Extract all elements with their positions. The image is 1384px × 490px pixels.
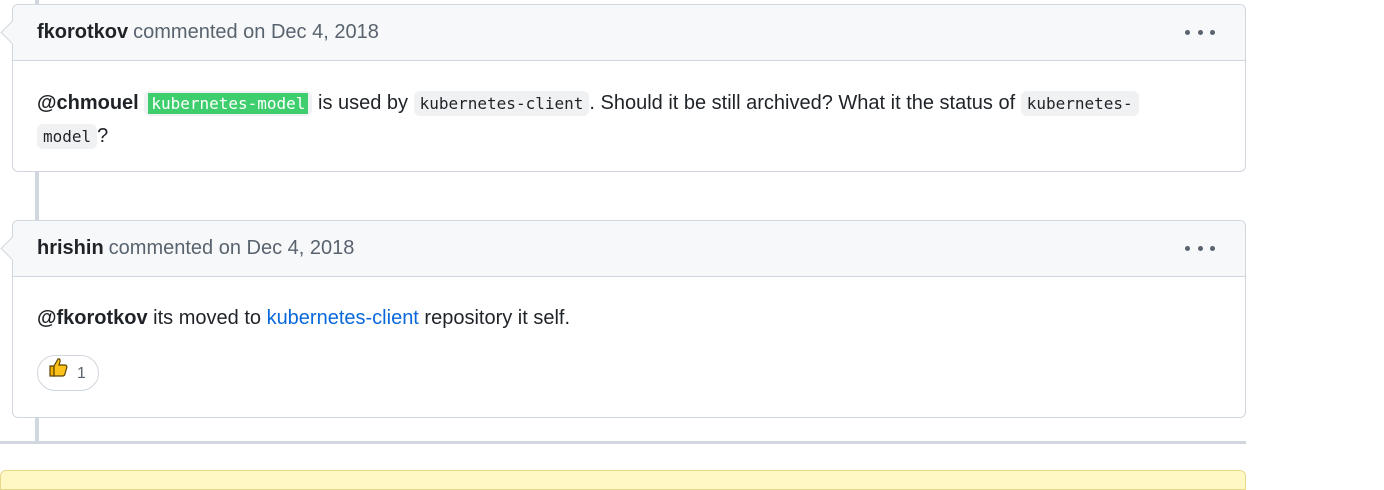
more-options-icon[interactable] <box>1185 22 1215 42</box>
thumbs-up-icon <box>47 356 69 390</box>
reaction-count: 1 <box>77 364 86 382</box>
inline-code: kubernetes-client <box>413 91 590 116</box>
comment-header: fkorotkov commented on Dec 4, 2018 <box>13 5 1245 61</box>
inline-code: kubernetes- <box>1020 91 1139 116</box>
repository-link[interactable]: kubernetes-client <box>267 307 419 329</box>
comment: fkorotkov commented on Dec 4, 2018 @chmo… <box>12 4 1246 172</box>
timeline-line <box>35 172 39 220</box>
comment-author[interactable]: fkorotkov <box>37 21 128 44</box>
body-text: its moved to <box>147 307 267 329</box>
highlighted-text: kubernetes-model <box>148 93 309 114</box>
body-text: is used by <box>312 92 414 114</box>
body-text: repository it self. <box>418 307 571 329</box>
comment-body: @chmouel kubernetes-model is used by kub… <box>13 61 1245 153</box>
comment: hrishin commented on Dec 4, 2018 @fkorot… <box>12 220 1246 418</box>
body-text: . Should it be still archived? What it t… <box>589 92 1021 114</box>
body-text: ? <box>97 125 109 147</box>
comment-body: @fkorotkov its moved to kubernetes-clien… <box>13 277 1245 391</box>
user-mention[interactable]: @fkorotkov <box>37 307 148 329</box>
comment-header: hrishin commented on Dec 4, 2018 <box>13 221 1245 277</box>
bottom-banner <box>0 470 1246 490</box>
comment-author[interactable]: hrishin <box>37 237 104 260</box>
user-mention[interactable]: @chmouel <box>37 92 139 114</box>
inline-code: model <box>37 124 98 149</box>
comment-timestamp[interactable]: commented on Dec 4, 2018 <box>133 21 379 44</box>
timeline-line <box>35 418 39 442</box>
more-options-icon[interactable] <box>1185 238 1215 258</box>
comment-timestamp[interactable]: commented on Dec 4, 2018 <box>109 237 355 260</box>
reaction-button[interactable]: 1 <box>37 355 99 391</box>
timeline-divider <box>0 441 1246 444</box>
inline-code: kubernetes-model <box>144 91 313 116</box>
